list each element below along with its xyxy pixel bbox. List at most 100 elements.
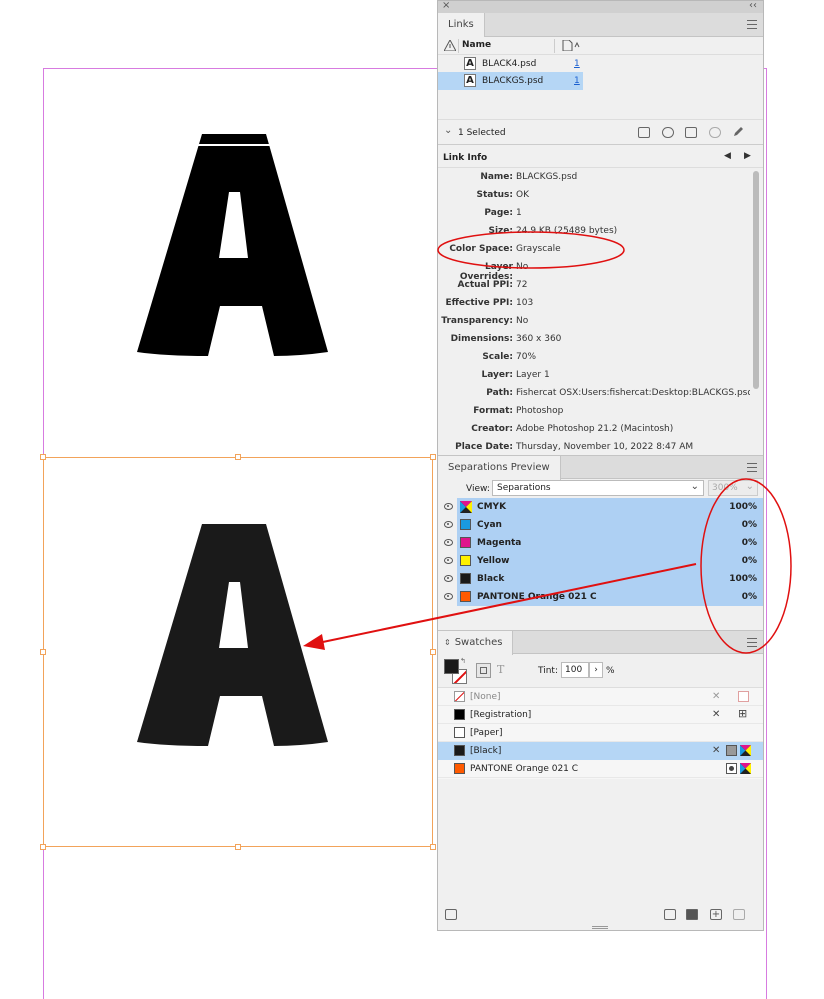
panel-menu-icon[interactable] [747, 638, 757, 647]
update-link-icon[interactable] [709, 127, 721, 138]
show-swatch-kinds-icon[interactable] [445, 909, 457, 920]
expand-collapse-icon[interactable]: ⇕ [444, 638, 451, 647]
spot-color-icon [726, 763, 737, 774]
next-arrow-icon[interactable]: ▶ [744, 151, 751, 161]
paper-swatch [454, 727, 465, 738]
tab-swatches[interactable]: ⇕ Swatches [438, 631, 514, 655]
warning-icon[interactable] [444, 40, 456, 51]
letter-a-glyph-bottom [137, 524, 328, 746]
eye-icon[interactable] [444, 557, 453, 564]
dock-titlebar: × ‹‹ [438, 0, 763, 13]
ink-name: Yellow [477, 556, 510, 566]
panel-dock: × ‹‹ Links Name A BLACK4.psd 1 A BLACKGS… [437, 0, 764, 931]
previous-arrow-icon[interactable]: ◀ [724, 151, 731, 161]
frame-handle-br[interactable] [430, 844, 436, 850]
process-color-icon [726, 745, 737, 756]
ink-value: 0% [741, 520, 757, 530]
chevron-down-icon: ⌄ [690, 481, 699, 492]
black-swatch [454, 745, 465, 756]
magenta-swatch [460, 537, 471, 548]
ink-row-black[interactable]: Black 100% [438, 570, 763, 588]
info-row: Status: OK [476, 190, 529, 200]
zoom-dropdown[interactable]: 300% ⌄ [708, 480, 758, 496]
info-row: Name: BLACKGS.psd [480, 172, 578, 182]
column-name-label[interactable]: Name [462, 40, 491, 50]
panel-menu-icon[interactable] [747, 20, 757, 29]
swatch-row-black[interactable]: [Black] ✕ [438, 742, 763, 760]
tint-label: Tint: [538, 666, 558, 676]
info-row: Path: Fishercat OSX:Users:fishercat:Deskt… [486, 388, 750, 398]
ink-value: 0% [741, 538, 757, 548]
eye-icon[interactable] [444, 503, 453, 510]
swatch-name: [None] [470, 692, 501, 702]
link-item-black4[interactable]: A BLACK4.psd 1 [438, 55, 763, 73]
container-format-button[interactable] [476, 663, 491, 678]
ink-row-cyan[interactable]: Cyan 0% [438, 516, 763, 534]
link-name: BLACKGS.psd [482, 76, 544, 86]
tint-input[interactable]: 100 [561, 662, 589, 678]
close-icon[interactable]: × [442, 0, 450, 11]
edit-original-icon[interactable] [733, 126, 744, 137]
ink-row-pantone-orange[interactable]: PANTONE Orange 021 C 0% [438, 588, 763, 606]
pantone-orange-swatch [460, 591, 471, 602]
text-format-icon[interactable]: T [497, 663, 504, 676]
none-swatch [454, 691, 465, 702]
selected-count-label: 1 Selected [458, 128, 506, 138]
frame-handle-tr[interactable] [430, 454, 436, 460]
new-swatch-icon[interactable]: + [710, 909, 722, 920]
swatch-row-paper[interactable]: [Paper] [438, 724, 763, 742]
panel-menu-icon[interactable] [747, 463, 757, 472]
document-canvas[interactable] [0, 0, 767, 999]
eye-icon[interactable] [444, 575, 453, 582]
tab-links[interactable]: Links [438, 13, 485, 37]
relink-cc-icon[interactable] [638, 127, 650, 138]
swatch-row-registration[interactable]: [Registration] ✕ ⊞ [438, 706, 763, 724]
link-page-number[interactable]: 1 [574, 59, 580, 69]
link-page-number[interactable]: 1 [574, 76, 580, 86]
frame-handle-ml[interactable] [40, 649, 46, 655]
tab-separations-preview[interactable]: Separations Preview [438, 456, 561, 480]
collapse-icon[interactable]: ‹‹ [749, 0, 757, 11]
link-info-scrollbar[interactable] [753, 171, 759, 389]
swap-colors-icon[interactable]: ↰ [460, 657, 466, 665]
ink-row-magenta[interactable]: Magenta 0% [438, 534, 763, 552]
placed-image-blackgs[interactable] [130, 518, 335, 750]
image-file-icon: A [464, 57, 476, 70]
eye-icon[interactable] [444, 521, 453, 528]
resize-grip-icon[interactable] [592, 926, 608, 929]
relink-icon[interactable] [662, 127, 674, 138]
trash-icon[interactable] [733, 909, 745, 920]
chevron-down-icon[interactable]: ⌄ [444, 125, 452, 136]
ink-value: 0% [741, 556, 757, 566]
frame-handle-tl[interactable] [40, 454, 46, 460]
placed-image-black4[interactable] [130, 128, 335, 360]
swatches-list: [None] ✕ [Registration] ✕ ⊞ [Paper] [Bla… [438, 687, 763, 779]
go-to-link-icon[interactable] [685, 127, 697, 138]
link-item-blackgs[interactable]: A BLACKGS.psd 1 [438, 72, 583, 90]
cmyk-mode-icon [740, 745, 751, 756]
page-column-icon[interactable] [562, 40, 580, 51]
frame-handle-bl[interactable] [40, 844, 46, 850]
fill-color-box[interactable] [444, 659, 459, 674]
eye-icon[interactable] [444, 593, 453, 600]
separations-list: CMYK 100% Cyan 0% Magenta 0% Yellow 0% B… [438, 498, 763, 608]
view-dropdown-value: Separations [497, 483, 551, 493]
swatch-row-pantone-orange[interactable]: PANTONE Orange 021 C [438, 760, 763, 778]
frame-handle-mr[interactable] [430, 649, 436, 655]
tint-stepper-button[interactable]: › [589, 662, 603, 678]
folder-icon[interactable] [686, 909, 698, 920]
view-dropdown[interactable]: Separations ⌄ [492, 480, 704, 496]
frame-handle-bc[interactable] [235, 844, 241, 850]
ink-row-cmyk[interactable]: CMYK 100% [438, 498, 763, 516]
margin-guide-right [766, 68, 767, 999]
info-row: Format: Photoshop [473, 406, 564, 416]
frame-handle-tc[interactable] [235, 454, 241, 460]
chevron-down-icon: ⌄ [745, 481, 754, 492]
letter-a-white-line [198, 144, 270, 146]
cmyk-swatch-icon [460, 501, 472, 513]
new-color-group-icon[interactable] [664, 909, 676, 920]
swatch-row-none[interactable]: [None] ✕ [438, 688, 763, 706]
swatches-controls: ↰ T Tint: 100 › % [438, 655, 763, 687]
ink-row-yellow[interactable]: Yellow 0% [438, 552, 763, 570]
eye-icon[interactable] [444, 539, 453, 546]
